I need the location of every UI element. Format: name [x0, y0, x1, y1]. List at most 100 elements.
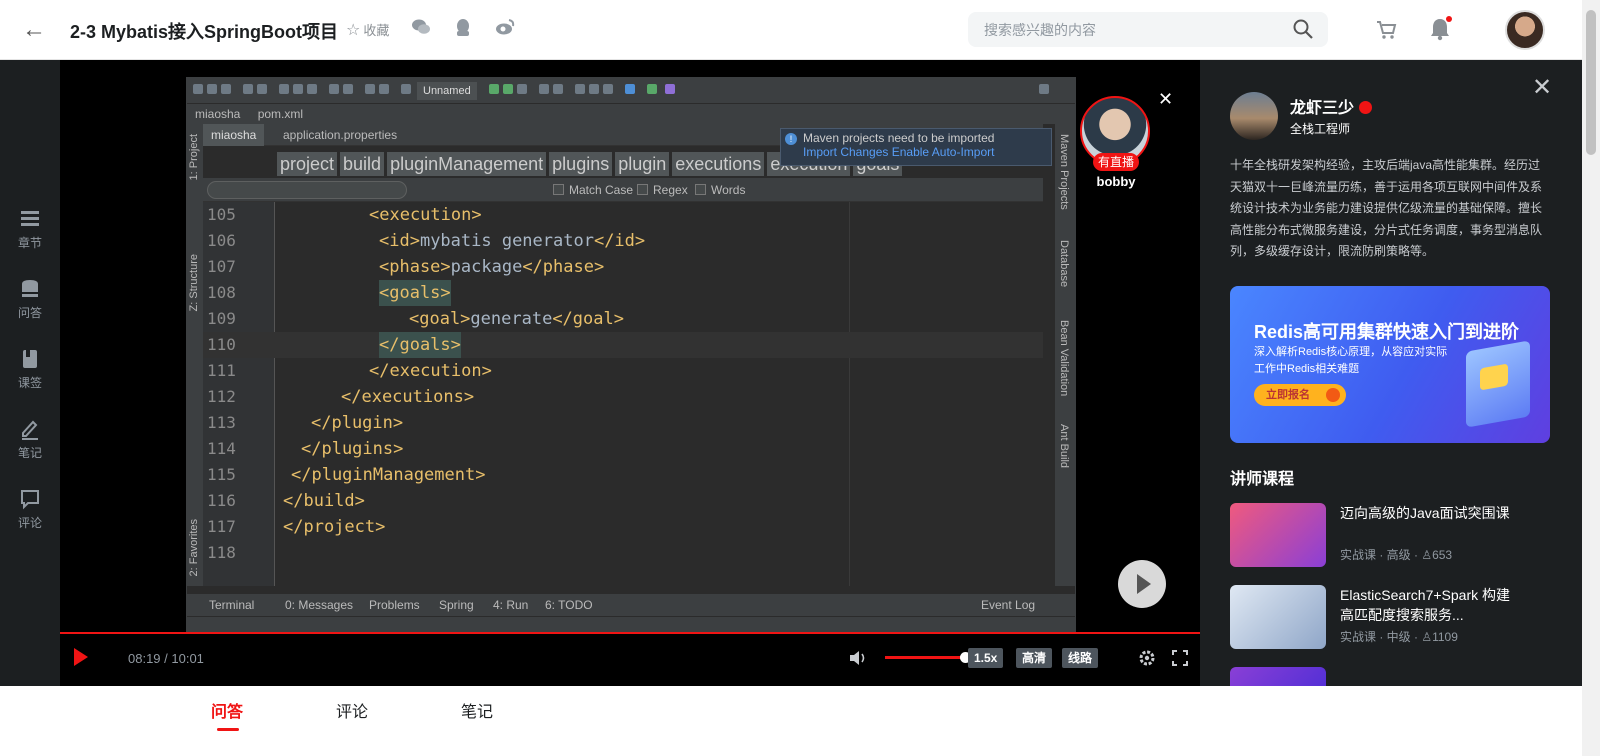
- favorite-button[interactable]: ☆ 收藏: [346, 20, 389, 40]
- line-number: 113: [207, 413, 236, 432]
- line-number: 110: [207, 335, 236, 354]
- option-label: Regex: [653, 183, 688, 197]
- comment-icon: [21, 490, 39, 510]
- star-icon: ☆: [346, 22, 361, 39]
- popup-message: Maven projects need to be imported: [803, 131, 995, 145]
- rail-label: 问答: [17, 306, 42, 320]
- teacher-name: 龙虾三少: [1290, 94, 1373, 118]
- editor-tab: miaosha: [203, 124, 265, 146]
- tool-window-label: 2: Favorites: [188, 519, 200, 577]
- rail-item-chapter[interactable]: 章节: [0, 208, 60, 251]
- fullscreen-icon[interactable]: [1170, 648, 1190, 668]
- close-panel-icon[interactable]: ✕: [1532, 76, 1552, 100]
- course-card[interactable]: [1230, 667, 1560, 686]
- page-scrollbar[interactable]: [1582, 0, 1600, 756]
- tool-window-label: 6: TODO: [545, 598, 593, 612]
- teacher-description: 十年全栈研发架构经验，主攻后端java高性能集群。经历过天猫双十一巨峰流量历练，…: [1230, 158, 1543, 258]
- user-avatar[interactable]: [1505, 10, 1545, 50]
- editor-tab: application.properties: [283, 128, 398, 142]
- ide-left-toolbar: 1: Project Z: Structure 2: Favorites: [187, 124, 203, 586]
- tool-window-label: 1: Project: [188, 134, 200, 181]
- rail-item-bookmark[interactable]: 课签: [0, 348, 60, 391]
- code-line: 117 </project>: [203, 514, 1043, 540]
- tool-window-label: Spring: [439, 598, 474, 612]
- course-meta: 实战课 · 中级 · ♙1109: [1340, 630, 1458, 644]
- code-line: 107 <phase>package</phase>: [203, 254, 1043, 280]
- ide-find-bar: Match Case Regex Words: [203, 178, 1043, 202]
- code-text: </executions>: [341, 387, 475, 407]
- route-button[interactable]: 线路: [1062, 648, 1099, 668]
- xml-tag-crumb: executions: [672, 152, 765, 176]
- rail-item-note[interactable]: 笔记: [0, 418, 60, 461]
- course-meta: 实战课 · 高级 · ♙653: [1340, 548, 1453, 562]
- speed-button[interactable]: 1.5x: [968, 648, 1004, 668]
- ide-toolbar: Unnamed: [187, 78, 1075, 104]
- import-changes-link[interactable]: Import Changes: [803, 145, 888, 159]
- rail-label: 章节: [17, 236, 42, 250]
- qa-icon: [22, 280, 38, 297]
- tab-comments[interactable]: 评论: [336, 698, 368, 722]
- course-card[interactable]: ElasticSearch7+Spark 构建高匹配度搜索服务... 实战课 ·…: [1230, 585, 1560, 651]
- enable-auto-import-link[interactable]: Enable Auto-Import: [892, 145, 995, 159]
- verified-icon: [1359, 101, 1373, 114]
- scrollbar-thumb[interactable]: [1586, 10, 1596, 155]
- code-line: 113 </plugin>: [203, 410, 1043, 436]
- left-rail: 章节 问答 课签 笔记 评论: [0, 60, 60, 686]
- teacher-avatar[interactable]: [1230, 92, 1278, 140]
- cart-icon[interactable]: [1374, 18, 1398, 42]
- code-text: <id>mybatis generator</id>: [379, 231, 646, 251]
- enroll-button[interactable]: 立即报名: [1254, 384, 1346, 406]
- content-tabs: 问答 评论 笔记: [0, 686, 1582, 756]
- live-teacher-name: bobby: [1096, 174, 1136, 189]
- ide-breadcrumb: miaosha pom.xml: [187, 104, 1075, 124]
- code-line: 109 <goal>generate</goal>: [203, 306, 1043, 332]
- tool-window-label: Database: [1058, 240, 1070, 288]
- qq-share-icon[interactable]: [452, 18, 474, 40]
- ide-right-toolbar: Maven Projects Database Bean Validation …: [1055, 124, 1075, 586]
- code-line: 106 <id>mybatis generator</id>: [203, 228, 1043, 254]
- teacher-name-text: 龙虾三少: [1290, 100, 1355, 117]
- course-title: ElasticSearch7+Spark 构建高匹配度搜索服务...: [1340, 587, 1511, 623]
- find-input: [207, 181, 407, 199]
- code-line: 110 </goals>: [203, 332, 1043, 358]
- course-card[interactable]: 迈向高级的Java面试突围课 实战课 · 高级 · ♙653: [1230, 503, 1560, 569]
- player-controls: 08:19 / 10:01 1.5x 高清 线路: [60, 634, 1200, 686]
- notification-bell-icon[interactable]: [1428, 16, 1452, 42]
- code-text: </goals>: [379, 332, 461, 358]
- info-icon: !: [785, 133, 797, 145]
- code-text: <goals>: [379, 280, 451, 306]
- line-number: 106: [207, 231, 236, 250]
- rail-label: 笔记: [17, 446, 42, 460]
- code-text: </build>: [283, 491, 365, 511]
- tab-notes[interactable]: 笔记: [461, 698, 493, 722]
- play-icon[interactable]: [74, 648, 88, 666]
- close-live-icon[interactable]: ✕: [1158, 90, 1176, 108]
- line-number: 115: [207, 465, 236, 484]
- tool-window-label: Event Log: [981, 598, 1036, 612]
- search-input[interactable]: [984, 12, 1274, 47]
- tab-qa[interactable]: 问答: [211, 698, 243, 731]
- back-arrow-icon[interactable]: ←: [20, 16, 48, 44]
- wechat-share-icon[interactable]: [410, 18, 432, 40]
- weibo-share-icon[interactable]: [494, 18, 516, 40]
- playback-time: 08:19 / 10:01: [128, 651, 204, 666]
- volume-slider[interactable]: [885, 656, 965, 659]
- code-line: 114 </plugins>: [203, 436, 1043, 462]
- settings-gear-icon[interactable]: [1137, 648, 1157, 668]
- xml-tag-crumb: project: [277, 152, 338, 176]
- tool-window-label: 4: Run: [493, 598, 529, 612]
- search-icon[interactable]: [1292, 18, 1314, 40]
- run-config-select: Unnamed: [417, 82, 477, 100]
- line-number: 114: [207, 439, 236, 458]
- rail-item-comment[interactable]: 评论: [0, 488, 60, 531]
- rail-item-qa[interactable]: 问答: [0, 278, 60, 321]
- play-overlay-icon[interactable]: [1118, 560, 1166, 608]
- promo-banner[interactable]: Redis高可用集群快速入门到进阶 深入解析Redis核心原理，从容应对实际工作…: [1230, 286, 1550, 443]
- tool-window-label: 0: Messages: [285, 598, 354, 612]
- code-editor: 105 <execution> 106 <id>mybatis generator<…: [203, 202, 1043, 586]
- volume-icon[interactable]: [848, 648, 868, 668]
- quality-button[interactable]: 高清: [1016, 648, 1053, 668]
- lesson-title: 2-3 Mybatis接入SpringBoot项目: [70, 22, 339, 42]
- rail-label: 评论: [17, 516, 42, 530]
- xml-tag-crumb: plugin: [615, 152, 670, 176]
